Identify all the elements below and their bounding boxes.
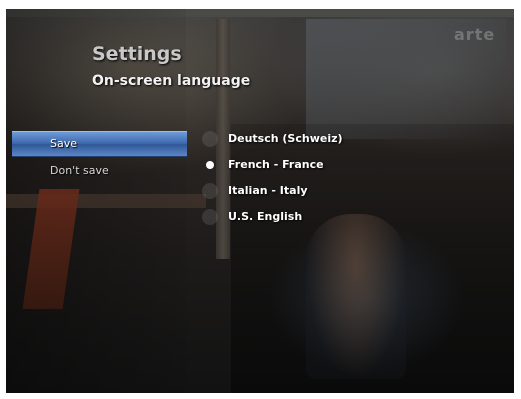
cellist-video-figure — [306, 214, 406, 379]
language-label: French - France — [228, 158, 324, 171]
studio-table — [6, 194, 206, 208]
language-label: Italian - Italy — [228, 184, 308, 197]
background-shade-left — [6, 9, 186, 393]
dont-save-button[interactable]: Don't save — [12, 159, 187, 183]
page-title: Settings — [92, 43, 182, 65]
studio-ceiling-beam — [6, 9, 514, 17]
tv-screen: arte Settings On-screen language Save Do… — [6, 9, 514, 393]
action-menu: Save Don't save — [12, 131, 187, 183]
radio-checked-icon — [202, 157, 218, 173]
page-subtitle: On-screen language — [92, 73, 251, 89]
language-label: U.S. English — [228, 210, 303, 223]
radio-unchecked-icon — [202, 209, 218, 225]
radio-unchecked-icon — [202, 183, 218, 199]
channel-logo: arte — [454, 25, 496, 44]
radio-unchecked-icon — [202, 131, 218, 147]
save-button[interactable]: Save — [12, 131, 187, 157]
studio-red-panel — [22, 189, 80, 309]
language-label: Deutsch (Schweiz) — [228, 132, 343, 145]
